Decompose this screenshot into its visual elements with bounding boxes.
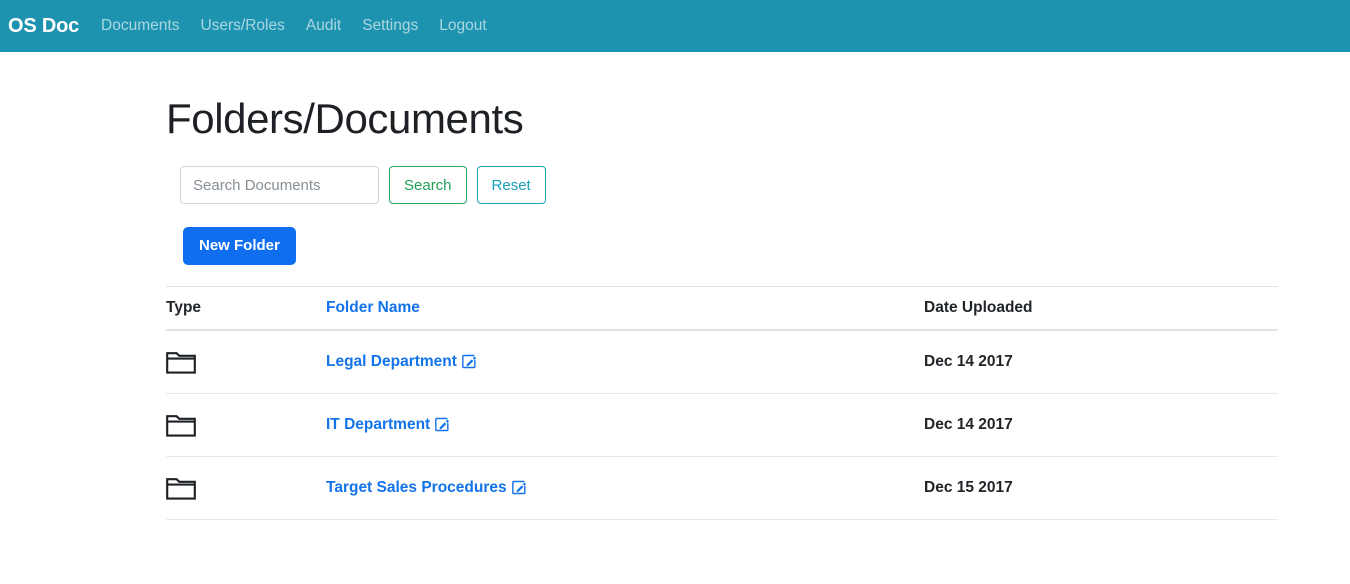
cell-type xyxy=(166,393,326,457)
edit-pencil-icon[interactable] xyxy=(435,417,450,432)
cell-folder-name: IT Department xyxy=(326,393,924,457)
nav-links: Documents Users/Roles Audit Settings Log… xyxy=(101,17,487,35)
documents-table: Type Folder Name Date Uploaded Legal Dep… xyxy=(166,286,1278,520)
table-row[interactable]: Target Sales Procedures Dec 15 2017 xyxy=(166,456,1278,520)
folder-name-group: Legal Department xyxy=(326,353,477,371)
reset-button[interactable]: Reset xyxy=(476,166,546,205)
cell-folder-name: Target Sales Procedures xyxy=(326,456,924,520)
table-row[interactable]: Legal Department Dec 14 2017 xyxy=(166,330,1278,394)
column-header-folder-name: Folder Name xyxy=(326,286,924,332)
table-header: Type Folder Name Date Uploaded xyxy=(166,286,1278,332)
page-container: Folders/Documents Search Reset New Folde… xyxy=(0,52,1350,520)
documents-table-container: Type Folder Name Date Uploaded Legal Dep… xyxy=(166,286,1278,520)
folder-icon xyxy=(166,350,196,374)
table-body: Legal Department Dec 14 2017 IT Departme… xyxy=(166,330,1278,520)
edit-pencil-icon[interactable] xyxy=(511,480,527,495)
folder-link[interactable]: IT Department xyxy=(326,416,430,434)
nav-link-settings[interactable]: Settings xyxy=(362,17,418,35)
folder-name-group: IT Department xyxy=(326,416,450,434)
folder-icon xyxy=(166,476,196,500)
column-header-date-uploaded: Date Uploaded xyxy=(924,286,1278,332)
cell-type xyxy=(166,456,326,520)
top-navbar: OS Doc Documents Users/Roles Audit Setti… xyxy=(0,0,1350,52)
search-button[interactable]: Search xyxy=(389,166,467,205)
new-folder-button[interactable]: New Folder xyxy=(183,227,296,266)
column-header-type: Type xyxy=(166,286,326,332)
actions-row: New Folder xyxy=(166,227,1320,266)
folder-name-group: Target Sales Procedures xyxy=(326,479,527,497)
table-row[interactable]: IT Department Dec 14 2017 xyxy=(166,393,1278,457)
folder-link[interactable]: Target Sales Procedures xyxy=(326,479,507,497)
cell-folder-name: Legal Department xyxy=(326,330,924,394)
cell-type xyxy=(166,330,326,394)
edit-pencil-icon[interactable] xyxy=(462,354,477,369)
folder-link[interactable]: Legal Department xyxy=(326,353,457,371)
cell-date-uploaded: Dec 14 2017 xyxy=(924,393,1278,457)
nav-link-documents[interactable]: Documents xyxy=(101,17,179,35)
cell-date-uploaded: Dec 15 2017 xyxy=(924,456,1278,520)
table-header-row: Type Folder Name Date Uploaded xyxy=(166,286,1278,332)
search-input[interactable] xyxy=(180,166,379,205)
nav-link-logout[interactable]: Logout xyxy=(439,17,486,35)
nav-link-audit[interactable]: Audit xyxy=(306,17,341,35)
brand-logo[interactable]: OS Doc xyxy=(8,15,79,38)
nav-link-users-roles[interactable]: Users/Roles xyxy=(200,17,284,35)
folder-icon xyxy=(166,413,196,437)
cell-date-uploaded: Dec 14 2017 xyxy=(924,330,1278,394)
page-title: Folders/Documents xyxy=(166,95,524,142)
sort-link-folder-name[interactable]: Folder Name xyxy=(326,299,420,316)
search-form: Search Reset xyxy=(166,166,1320,205)
